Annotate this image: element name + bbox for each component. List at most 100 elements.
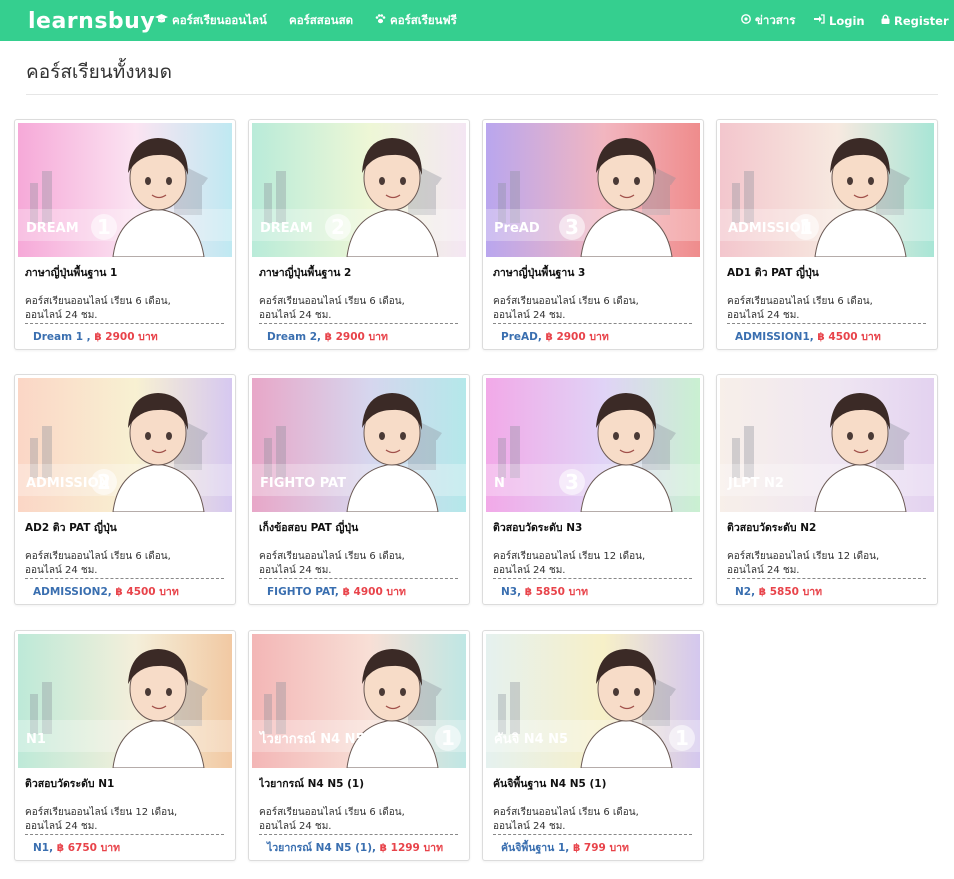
course-code-link[interactable]: FIGHTO PAT, (267, 586, 339, 598)
course-thumbnail[interactable]: N 3 (486, 378, 700, 512)
course-illustration: N1 (18, 634, 232, 768)
course-desc-duration: คอร์สเรียนออนไลน์ เรียน 6 เดือน, (25, 296, 171, 307)
thumb-badge-text: JLPT N2 (727, 476, 784, 491)
course-card[interactable]: JLPT N2 ติวสอบวัดระดับ N2 คอร์สเรียนออนไ… (716, 374, 938, 605)
course-price: ฿ 2900 บาท (324, 331, 388, 343)
thumb-badge-text: N1 (26, 732, 46, 747)
course-card[interactable]: DREAM 1 ภาษาญี่ปุ่นพื้นฐาน 1 คอร์สเรียนอ… (14, 119, 236, 350)
course-title[interactable]: ภาษาญี่ปุ่นพื้นฐาน 1 (25, 264, 225, 281)
course-illustration: คันจิ N4 N5 1 (486, 634, 700, 768)
course-card[interactable]: FIGHTO PAT เก็งข้อสอบ PAT ญี่ปุ่น คอร์สเ… (248, 374, 470, 605)
course-thumbnail[interactable]: ไวยากรณ์ N4 N5 1 (252, 634, 466, 768)
thumb-badge: FIGHTO PAT (260, 476, 346, 491)
thumb-badge: N1 (26, 732, 46, 747)
course-title[interactable]: AD1 ติว PAT ญี่ปุ่น (727, 264, 927, 281)
course-description: คอร์สเรียนออนไลน์ เรียน 12 เดือน, ออนไลน… (493, 550, 693, 578)
course-card[interactable]: PreAD 3 ภาษาญี่ปุ่นพื้นฐาน 3 คอร์สเรียนอ… (482, 119, 704, 350)
course-title[interactable]: AD2 ติว PAT ญี่ปุ่น (25, 519, 225, 536)
card-divider (25, 578, 224, 579)
course-card[interactable]: N 3 ติวสอบวัดระดับ N3 คอร์สเรียนออนไลน์ … (482, 374, 704, 605)
course-code-link[interactable]: Dream 1 , (33, 331, 91, 343)
course-thumbnail[interactable]: JLPT N2 (720, 378, 934, 512)
course-card[interactable]: DREAM 2 ภาษาญี่ปุ่นพื้นฐาน 2 คอร์สเรียนอ… (248, 119, 470, 350)
course-code-link[interactable]: คันจิพื้นฐาน 1, (501, 842, 569, 854)
course-thumbnail[interactable]: คันจิ N4 N5 1 (486, 634, 700, 768)
course-desc-duration: คอร์สเรียนออนไลน์ เรียน 6 เดือน, (259, 296, 405, 307)
course-title[interactable]: ติวสอบวัดระดับ N1 (25, 775, 225, 792)
course-code-link[interactable]: PreAD, (501, 331, 542, 343)
thumb-badge-text: PreAD (494, 221, 540, 236)
course-title[interactable]: ไวยากรณ์ N4 N5 (1) (259, 775, 459, 792)
course-description: คอร์สเรียนออนไลน์ เรียน 6 เดือน, ออนไลน์… (25, 295, 225, 323)
nav-login-label: Login (829, 13, 865, 28)
course-thumbnail[interactable]: DREAM 1 (18, 123, 232, 257)
course-title[interactable]: ภาษาญี่ปุ่นพื้นฐาน 3 (493, 264, 693, 281)
course-thumbnail[interactable]: N1 (18, 634, 232, 768)
course-desc-hours: ออนไลน์ 24 ชม. (259, 310, 332, 321)
course-description: คอร์สเรียนออนไลน์ เรียน 6 เดือน, ออนไลน์… (259, 806, 459, 834)
nav-news[interactable]: ข่าวสาร (741, 0, 795, 41)
course-price-line: ADMISSION1, ฿ 4500 บาท (735, 328, 881, 345)
course-thumbnail[interactable]: ADMISSION 2 (18, 378, 232, 512)
course-code-link[interactable]: N1, (33, 842, 53, 854)
course-desc-hours: ออนไลน์ 24 ชม. (493, 310, 566, 321)
course-desc-duration: คอร์สเรียนออนไลน์ เรียน 6 เดือน, (25, 551, 171, 562)
course-code-link[interactable]: N2, (735, 586, 755, 598)
course-price: ฿ 2900 บาท (545, 331, 609, 343)
course-desc-hours: ออนไลน์ 24 ชม. (259, 821, 332, 832)
course-thumbnail[interactable]: PreAD 3 (486, 123, 700, 257)
course-desc-hours: ออนไลน์ 24 ชม. (727, 310, 800, 321)
site-logo[interactable]: learnsbuy (28, 7, 155, 35)
thumb-badge-number: 1 (675, 726, 689, 750)
course-title[interactable]: เก็งข้อสอบ PAT ญี่ปุ่น (259, 519, 459, 536)
thumb-badge-number: 1 (97, 215, 111, 239)
nav-online-courses[interactable]: คอร์สเรียนออนไลน์ (155, 0, 267, 41)
course-card[interactable]: ADMISSION 2 AD2 ติว PAT ญี่ปุ่น คอร์สเรี… (14, 374, 236, 605)
thumb-badge-number: 2 (331, 215, 345, 239)
course-illustration: DREAM 2 (252, 123, 466, 257)
course-desc-duration: คอร์สเรียนออนไลน์ เรียน 6 เดือน, (259, 807, 405, 818)
course-card[interactable]: ADMISSION 1 AD1 ติว PAT ญี่ปุ่น คอร์สเรี… (716, 119, 938, 350)
course-description: คอร์สเรียนออนไลน์ เรียน 12 เดือน, ออนไลน… (727, 550, 927, 578)
nav-free-courses[interactable]: คอร์สเรียนฟรี (375, 0, 457, 41)
course-description: คอร์สเรียนออนไลน์ เรียน 6 เดือน, ออนไลน์… (493, 806, 693, 834)
course-code-link[interactable]: ไวยากรณ์ N4 N5 (1), (267, 842, 376, 854)
course-price-line: ไวยากรณ์ N4 N5 (1), ฿ 1299 บาท (267, 839, 443, 856)
course-price: ฿ 5850 บาท (524, 586, 589, 598)
thumb-badge-text: ไวยากรณ์ N4 N5 (258, 730, 365, 747)
page-title: คอร์สเรียนทั้งหมด (26, 61, 172, 83)
course-price-line: PreAD, ฿ 2900 บาท (501, 328, 609, 345)
course-code-link[interactable]: ADMISSION2, (33, 586, 112, 598)
graduation-cap-icon (155, 14, 168, 27)
card-divider (493, 578, 692, 579)
nav-login[interactable]: Login (814, 0, 865, 41)
course-card[interactable]: คันจิ N4 N5 1 คันจิพื้นฐาน N4 N5 (1) คอร… (482, 630, 704, 861)
course-price: ฿ 1299 บาท (379, 842, 443, 854)
course-code-link[interactable]: Dream 2, (267, 331, 321, 343)
course-card[interactable]: N1 ติวสอบวัดระดับ N1 คอร์สเรียนออนไลน์ เ… (14, 630, 236, 861)
card-divider (727, 578, 926, 579)
course-illustration: JLPT N2 (720, 378, 934, 512)
card-divider (493, 323, 692, 324)
course-description: คอร์สเรียนออนไลน์ เรียน 6 เดือน, ออนไลน์… (259, 550, 459, 578)
course-desc-duration: คอร์สเรียนออนไลน์ เรียน 6 เดือน, (727, 296, 873, 307)
title-divider (26, 94, 938, 95)
thumb-badge-number: 3 (565, 470, 579, 494)
course-desc-duration: คอร์สเรียนออนไลน์ เรียน 12 เดือน, (727, 551, 880, 562)
nav-register[interactable]: Register (881, 0, 949, 41)
course-code-link[interactable]: N3, (501, 586, 521, 598)
thumb-badge-number: 1 (799, 215, 813, 239)
course-thumbnail[interactable]: FIGHTO PAT (252, 378, 466, 512)
course-description: คอร์สเรียนออนไลน์ เรียน 12 เดือน, ออนไลน… (25, 806, 225, 834)
course-thumbnail[interactable]: ADMISSION 1 (720, 123, 934, 257)
nav-live-courses[interactable]: คอร์สสอนสด (289, 0, 353, 41)
course-card[interactable]: ไวยากรณ์ N4 N5 1 ไวยากรณ์ N4 N5 (1) คอร์… (248, 630, 470, 861)
card-divider (259, 323, 458, 324)
course-price-line: Dream 1 , ฿ 2900 บาท (33, 328, 158, 345)
course-code-link[interactable]: ADMISSION1, (735, 331, 814, 343)
course-title[interactable]: ติวสอบวัดระดับ N3 (493, 519, 693, 536)
course-thumbnail[interactable]: DREAM 2 (252, 123, 466, 257)
course-title[interactable]: คันจิพื้นฐาน N4 N5 (1) (493, 775, 693, 792)
course-title[interactable]: ติวสอบวัดระดับ N2 (727, 519, 927, 536)
course-title[interactable]: ภาษาญี่ปุ่นพื้นฐาน 2 (259, 264, 459, 281)
